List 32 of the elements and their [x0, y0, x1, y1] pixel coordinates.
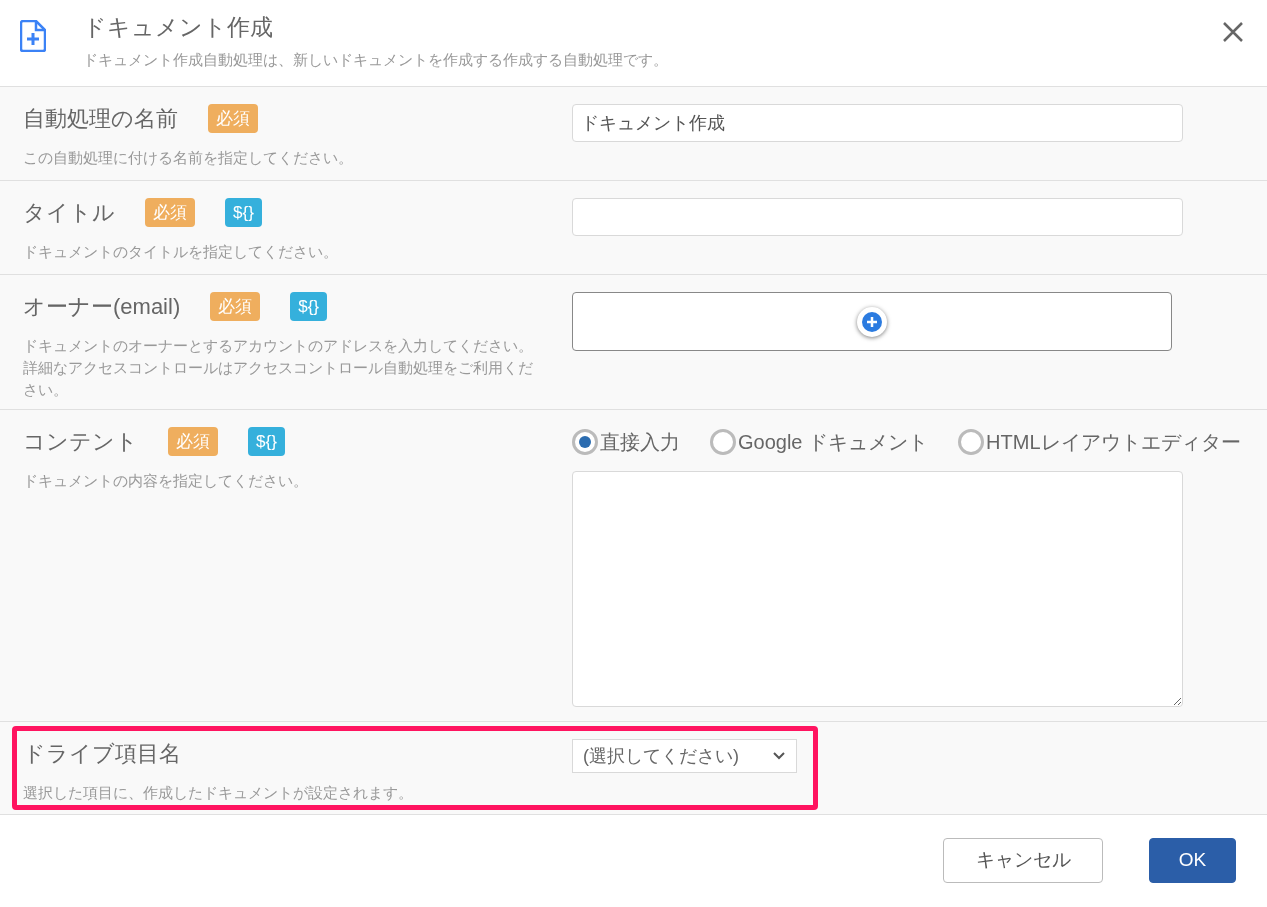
field-label: 自動処理の名前: [23, 105, 178, 133]
cancel-button[interactable]: キャンセル: [943, 837, 1103, 883]
required-badge: 必須: [145, 198, 195, 227]
text-field[interactable]: [572, 198, 1183, 236]
ok-button[interactable]: OK: [1149, 837, 1236, 883]
field-help: この自動処理に付ける名前を指定してください。: [23, 148, 354, 168]
field-label: コンテント: [23, 428, 138, 456]
field-label: ドライブ項目名: [23, 740, 181, 768]
radio-option[interactable]: Google ドキュメント: [710, 427, 929, 457]
variable-badge: ${}: [248, 427, 285, 456]
required-badge: 必須: [210, 292, 261, 321]
close-button[interactable]: [1221, 20, 1245, 44]
add-icon[interactable]: [857, 306, 887, 337]
dialog-subtitle: ドキュメント作成自動処理は、新しいドキュメントを作成する作成する自動処理です。: [83, 49, 668, 70]
field-help: ドキュメントのタイトルを指定してください。: [23, 242, 339, 262]
dialog-title: ドキュメント作成: [83, 13, 274, 42]
chevron-down-icon: [772, 751, 786, 761]
field-help: ドキュメントのオーナーとするアカウントのアドレスを入力してください。詳細なアクセスコントロールはアクセスコントロール自動処理をご利用ください。: [23, 336, 534, 400]
radio-option[interactable]: 直接入力: [572, 427, 680, 457]
document-plus-icon: [20, 20, 46, 52]
variable-badge: ${}: [225, 198, 262, 227]
radio-option[interactable]: HTMLレイアウトエディター: [958, 427, 1241, 457]
field-label: タイトル: [23, 199, 115, 227]
variable-badge: ${}: [290, 292, 328, 321]
required-badge: 必須: [168, 427, 218, 456]
select-dropdown[interactable]: (選択してください): [572, 739, 797, 773]
text-field[interactable]: ドキュメント作成: [572, 104, 1183, 142]
required-badge: 必須: [208, 104, 258, 133]
field-help: ドキュメントの内容を指定してください。: [23, 471, 309, 491]
field-help: 選択した項目に、作成したドキュメントが設定されます。: [23, 783, 414, 803]
close-icon: [1221, 20, 1245, 44]
field-label: オーナー(email): [23, 293, 181, 321]
